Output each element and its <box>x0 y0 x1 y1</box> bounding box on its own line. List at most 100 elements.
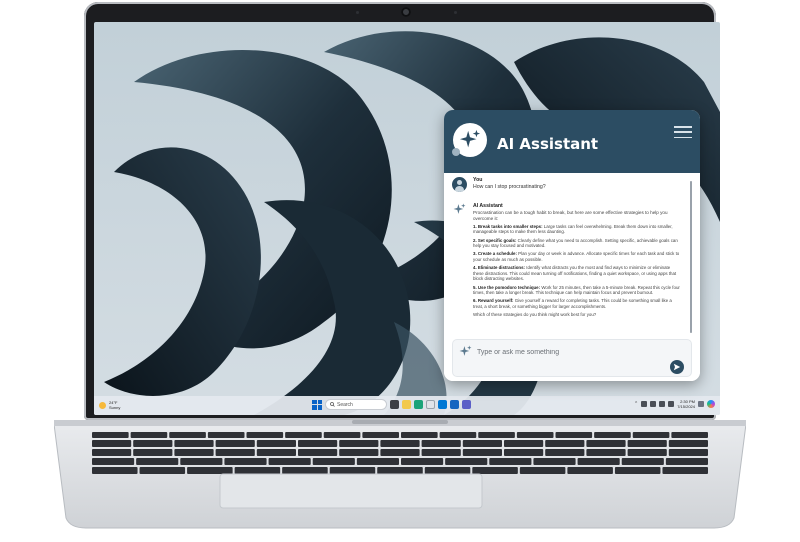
keyboard-key <box>180 458 223 465</box>
battery-icon[interactable] <box>668 401 675 407</box>
outlook-icon[interactable] <box>450 400 459 409</box>
weather-desc: Sunny <box>109 405 121 410</box>
keyboard-key <box>92 449 132 456</box>
keyboard-key <box>401 432 438 438</box>
assistant-closing: Which of these strategies do you think m… <box>473 312 597 318</box>
keyboard-key <box>627 449 667 456</box>
wifi-icon[interactable] <box>650 401 657 407</box>
edge-browser-icon[interactable] <box>414 400 423 409</box>
step-title: 4. Eliminate distractions: <box>473 265 525 271</box>
sun-icon <box>99 401 106 409</box>
keyboard-key <box>339 449 379 456</box>
keyboard-key <box>380 440 420 447</box>
windows-start-icon[interactable] <box>312 399 322 410</box>
assistant-header: AI Assistant <box>444 110 700 173</box>
task-view-icon[interactable] <box>390 400 399 409</box>
sensor-dot <box>356 11 359 14</box>
chat-history: You How can I stop procrastinating? AI A… <box>444 173 692 338</box>
search-icon <box>330 402 335 407</box>
keyboard-key <box>256 449 296 456</box>
keyboard-key <box>478 432 515 438</box>
mail-icon[interactable] <box>438 400 447 409</box>
keyboard-key <box>662 467 708 474</box>
list-item: 6. Reward yourself: Give yourself a rewa… <box>473 298 681 309</box>
taskbar-search[interactable]: Search <box>325 399 387 410</box>
keyboard-key <box>462 449 502 456</box>
keyboard-key <box>668 440 708 447</box>
keyboard-key <box>472 467 518 474</box>
copilot-icon[interactable] <box>707 400 715 408</box>
user-name: You <box>473 177 483 183</box>
keyboard-key <box>256 440 296 447</box>
store-icon[interactable] <box>426 400 435 409</box>
notification-icon[interactable] <box>698 401 704 407</box>
keyboard-key <box>268 458 311 465</box>
step-title: 1. Break tasks into smaller steps: <box>473 223 543 229</box>
sparkle-icon <box>459 129 481 148</box>
keyboard-key <box>545 449 585 456</box>
list-item: 2. Set specific goals: Clearly define wh… <box>473 238 681 249</box>
keyboard-key <box>445 458 488 465</box>
language-icon[interactable] <box>641 401 648 407</box>
keyboard-key <box>545 440 585 447</box>
keyboard-key <box>329 467 376 474</box>
keyboard-key <box>339 440 379 447</box>
user-message: You How can I stop procrastinating? <box>452 177 682 192</box>
sensor-dot <box>454 11 457 14</box>
keyboard-key <box>207 432 245 438</box>
keyboard-key <box>614 467 661 474</box>
keyboard-key <box>298 449 338 456</box>
keyboard-key <box>174 440 214 447</box>
menu-icon[interactable] <box>674 126 692 138</box>
keyboard-key <box>174 449 214 456</box>
keyboard-key <box>92 440 132 447</box>
step-title: 6. Reward yourself: <box>473 298 514 304</box>
clock-date: 7/15/2024 <box>677 404 695 409</box>
assistant-name: AI Assistant <box>473 203 503 209</box>
taskbar: 24°F Sunny Search ⌃ 2:30 PM 7/15/2024 <box>94 396 720 415</box>
assistant-intro: Procrastination can be a tough habit to … <box>473 210 668 221</box>
keyboard-key <box>234 467 281 474</box>
search-label: Search <box>337 401 353 408</box>
keyboard-key <box>169 432 206 438</box>
keyboard-key <box>665 458 708 465</box>
keyboard-key <box>246 432 284 438</box>
keyboard-key <box>424 467 471 474</box>
keyboard-key <box>489 458 532 465</box>
keyboard-key <box>215 449 255 456</box>
laptop-base <box>54 420 746 529</box>
keyboard-key <box>380 449 420 456</box>
message-input[interactable] <box>477 346 657 358</box>
file-explorer-icon[interactable] <box>402 400 411 409</box>
keyboard-key <box>187 467 233 474</box>
volume-icon[interactable] <box>659 401 666 407</box>
chevron-up-icon[interactable]: ⌃ <box>634 401 638 407</box>
keyboard-key <box>139 467 186 474</box>
weather-widget[interactable]: 24°F Sunny <box>99 400 120 410</box>
send-button[interactable] <box>670 360 684 374</box>
list-item: 4. Eliminate distractions: Identify what… <box>473 265 681 282</box>
keyboard-key <box>312 458 355 465</box>
teams-icon[interactable] <box>462 400 471 409</box>
sparkle-icon <box>459 345 472 363</box>
keyboard-key <box>224 458 267 465</box>
ai-assistant-window: AI Assistant You How can I stop procrast… <box>444 110 700 381</box>
keyboard-key <box>621 458 664 465</box>
keyboard-key <box>377 467 423 474</box>
keyboard-key <box>401 458 444 465</box>
scroll-thumb[interactable] <box>690 181 692 333</box>
clock[interactable]: 2:30 PM 7/15/2024 <box>677 399 695 409</box>
list-item: 5. Use the pomodoro technique: Work for … <box>473 285 681 296</box>
step-title: 3. Create a schedule: <box>473 251 517 257</box>
keyboard-key <box>136 458 179 465</box>
keyboard-key <box>519 467 566 474</box>
webcam <box>401 7 411 17</box>
touchpad[interactable] <box>219 473 483 509</box>
keyboard-key <box>533 458 576 465</box>
assistant-message: AI Assistant Procrastination can be a to… <box>452 203 682 317</box>
keyboard-key <box>285 432 322 438</box>
chat-scrollbar[interactable] <box>690 181 692 333</box>
keyboard-key <box>130 432 168 438</box>
keyboard-key <box>567 467 613 474</box>
keyboard-key <box>555 432 593 438</box>
